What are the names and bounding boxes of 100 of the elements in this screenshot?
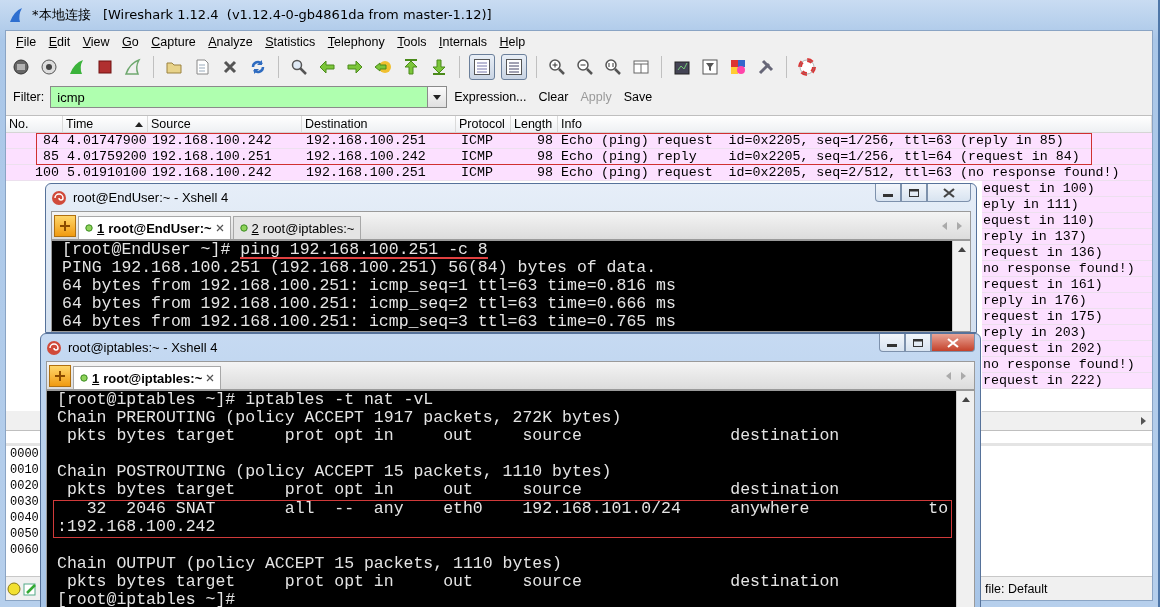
palette-icon[interactable] (729, 58, 747, 76)
packet-row[interactable]: equest in 110) (982, 213, 1152, 229)
tab-number: 1 (97, 220, 105, 236)
filter-action-button[interactable]: Save (618, 90, 658, 104)
dropdown-button[interactable] (428, 86, 448, 108)
column-header[interactable]: Destination (305, 116, 368, 132)
packet-row[interactable]: equest in 100) (982, 181, 1152, 197)
terminal-line: PING 192.168.100.251 (192.168.100.251) 56(84) bytes of data. (62, 261, 657, 275)
menu-item[interactable]: Internals (433, 34, 492, 49)
zoom-out-icon[interactable] (576, 58, 594, 76)
terminal-line: 64 bytes from 192.168.100.251: icmp_seq=2 ttl=63 time=0.666 ms (62, 297, 676, 311)
packet-row[interactable]: request in 222) (982, 373, 1152, 389)
board-icon[interactable] (673, 58, 691, 76)
expert-info-icon[interactable] (7, 581, 21, 596)
maximize-button[interactable] (905, 334, 931, 352)
packet-row[interactable]: no response found!) (982, 357, 1152, 373)
status-dot-icon (239, 224, 248, 232)
terminal-line: Chain PREROUTING (policy ACCEPT 1917 packets, 272K bytes) (57, 411, 622, 425)
table-cell-text: 98 (536, 149, 554, 164)
packet-row[interactable]: 85 4.01759200 192.168.100.251 192.168.100.242 ICMP 98 Echo (ping) reply id=0x2205, seq=1/256, ttl=64 (request in 84) (6, 149, 1152, 165)
menu-item[interactable]: Tools (392, 34, 432, 49)
packet-row[interactable]: request in 161) (982, 277, 1152, 293)
split-pane-button[interactable] (501, 54, 527, 80)
filter-field[interactable]: icmp (50, 86, 429, 108)
terminal-prompt: [root@EndUser ~]# (62, 243, 232, 257)
refresh-icon[interactable] (249, 58, 267, 76)
columns-icon[interactable] (632, 58, 650, 76)
zoom-reset-icon[interactable] (604, 58, 622, 76)
table-cell-text: Echo (ping) request id=0x2205, seq=2/512, ttl=63 (no response found!) (560, 165, 1121, 180)
column-header[interactable]: Protocol (459, 116, 505, 132)
table-cell-text: 100 (34, 165, 60, 180)
menu-item[interactable]: Analyze (203, 34, 258, 49)
menu-item[interactable]: File (11, 34, 42, 49)
tab-label: root@iptables:~ (103, 370, 203, 386)
close-icon[interactable] (206, 374, 215, 382)
scroll-up-icon[interactable] (957, 247, 966, 252)
table-cell-text: 192.168.100.251 (151, 149, 273, 164)
packet-row[interactable]: reply in 176) (982, 293, 1152, 309)
packet-row[interactable]: request in 136) (982, 245, 1152, 261)
column-header[interactable]: Length (514, 116, 553, 132)
close-button[interactable] (931, 334, 975, 352)
target-icon[interactable] (40, 58, 58, 76)
filter-icon[interactable] (701, 58, 719, 76)
terminal-line: 64 bytes from 192.168.100.251: icmp_seq=1 ttl=63 time=0.816 ms (62, 279, 676, 293)
tab-label: root@iptables:~ (262, 220, 355, 236)
minimize-button[interactable] (879, 334, 905, 352)
tab-number: 2 (251, 220, 259, 236)
packet-row[interactable]: eply in 111) (982, 197, 1152, 213)
column-header[interactable]: Time (66, 116, 94, 132)
menu-item[interactable]: Telephony (322, 34, 390, 49)
scroll-right-icon[interactable] (1141, 417, 1146, 425)
session-tab[interactable]: 1 root@iptables:~ (73, 366, 222, 389)
terminal-prompt: [root@iptables ~]# (57, 593, 237, 607)
packet-row[interactable]: reply in 203) (982, 325, 1152, 341)
right-arrow-icon[interactable] (346, 58, 364, 76)
lifebuoy-icon[interactable] (798, 58, 816, 76)
scroll-up-icon[interactable] (961, 397, 970, 402)
filter-action-button[interactable]: Clear (533, 90, 574, 104)
menu-item[interactable]: View (77, 34, 115, 49)
close-icon (947, 337, 959, 348)
close-icon[interactable] (221, 58, 239, 76)
menu-item[interactable]: Statistics (260, 34, 321, 49)
table-cell-text: 192.168.100.251 (305, 165, 427, 180)
table-cell: equest in 100) (983, 181, 1095, 196)
table-cell-text: 85 (42, 149, 60, 164)
status-dot-icon (80, 374, 88, 382)
tools-icon[interactable] (757, 58, 775, 76)
menu-item[interactable]: Capture (146, 34, 201, 49)
new-tab-button[interactable] (49, 365, 71, 387)
list-pane-button[interactable] (469, 54, 495, 80)
close-icon[interactable] (215, 224, 224, 232)
packet-row[interactable]: request in 202) (982, 341, 1152, 357)
packet-row[interactable]: no response found!) (982, 261, 1152, 277)
column-header[interactable]: Info (561, 116, 582, 132)
zoom-in-icon[interactable] (548, 58, 566, 76)
table-cell: reply in 137) (983, 229, 1087, 244)
down-arrow-icon[interactable] (430, 58, 448, 76)
profile-label[interactable]: file: Default (985, 581, 1048, 596)
close-icon (943, 187, 955, 198)
menu-item[interactable]: Edit (43, 34, 76, 49)
stop-icon[interactable] (96, 58, 114, 76)
table-cell-text: 4.01747900 (66, 133, 148, 148)
menu-item[interactable]: Help (494, 34, 531, 49)
packet-row[interactable]: request in 175) (982, 309, 1152, 325)
hex-offset: 0020 (10, 478, 39, 494)
terminal-line: :192.168.100.242 (57, 520, 216, 534)
packet-row[interactable]: 100 5.01910100 192.168.100.242 192.168.100.251 ICMP 98 Echo (ping) request id=0x2205, seq=2/512, ttl=63 (no response found!) (6, 165, 1152, 181)
packet-row[interactable]: reply in 137) (982, 229, 1152, 245)
menu-item[interactable]: Go (117, 34, 144, 49)
vertical-scrollbar[interactable] (956, 391, 974, 607)
up-arrow-icon[interactable] (402, 58, 420, 76)
table-cell: request in 136) (983, 245, 1103, 260)
left-arrow-icon[interactable] (318, 58, 336, 76)
column-header[interactable]: No. (9, 116, 29, 132)
search-icon[interactable] (290, 58, 308, 76)
arrow-circle-icon[interactable] (374, 58, 392, 76)
column-header[interactable]: Source (151, 116, 191, 132)
filter-action-button[interactable]: Expression... (449, 90, 532, 104)
table-cell: reply in 176) (983, 293, 1087, 308)
comment-icon[interactable] (23, 581, 37, 596)
